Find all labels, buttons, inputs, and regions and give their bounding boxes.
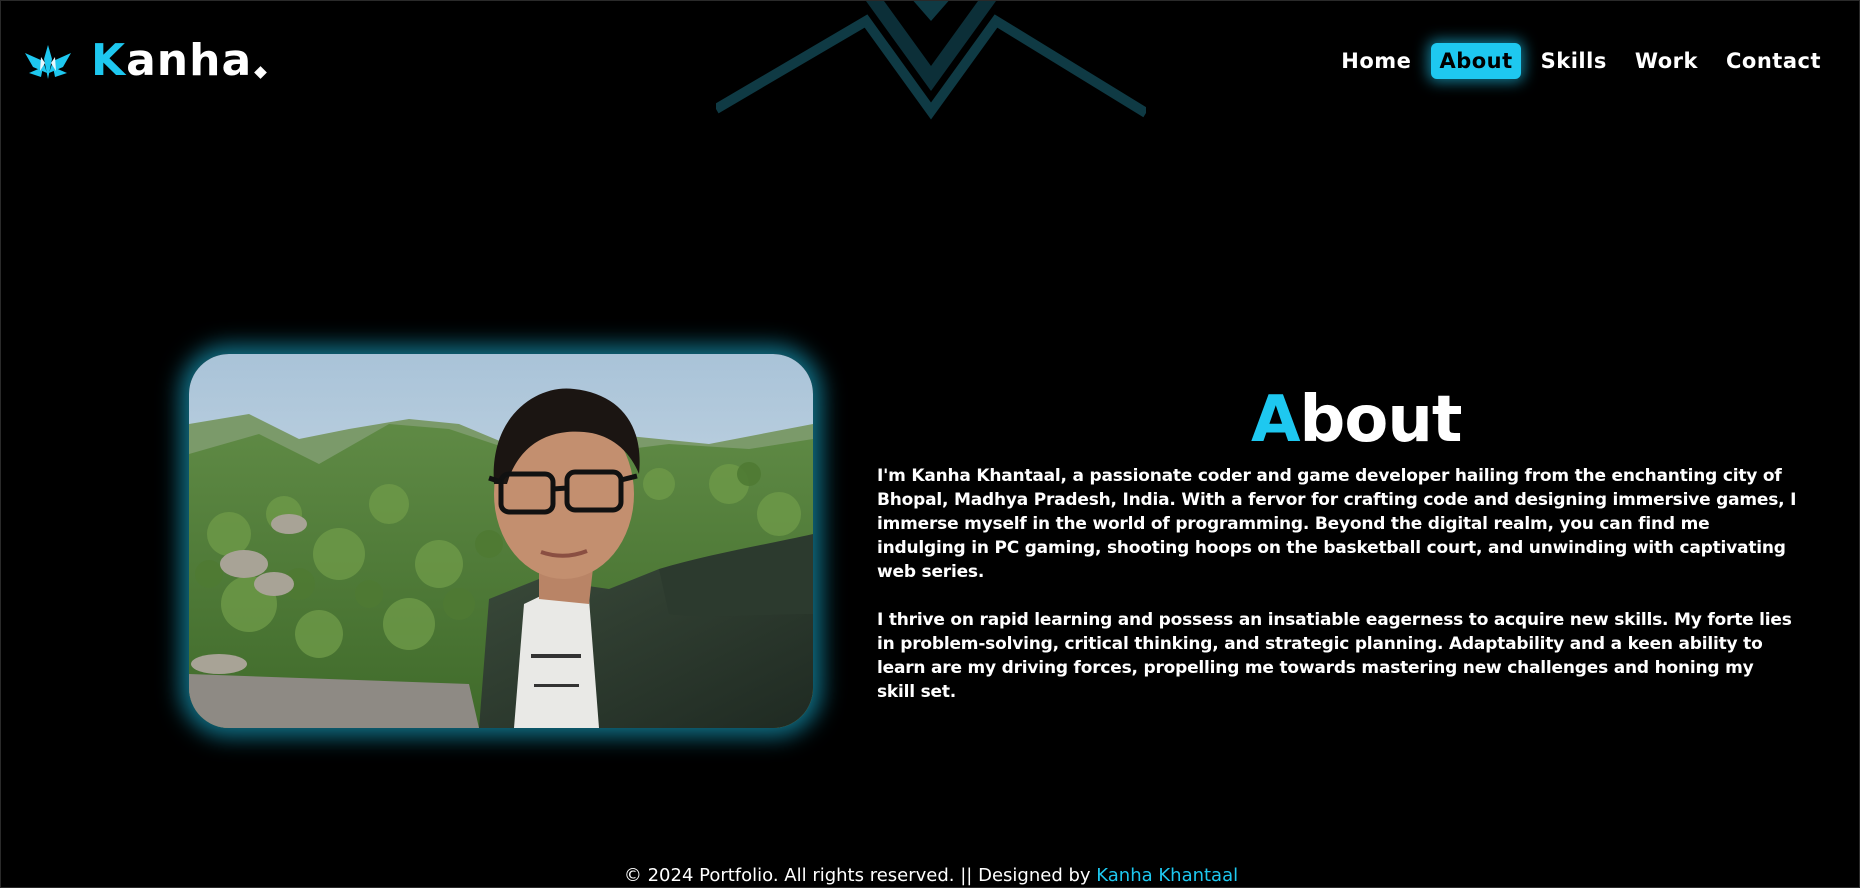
spiky-emblem-icon[interactable] (23, 43, 73, 81)
nav-skills[interactable]: Skills (1533, 43, 1615, 79)
logo-first-letter: K (91, 35, 127, 86)
about-heading: About (1251, 382, 1463, 458)
site-footer: © 2024 Portfolio. All rights reserved. |… (1, 863, 1859, 887)
about-paragraph-1: I'm Kanha Khantaal, a passionate coder a… (877, 466, 1797, 582)
main-nav: Home About Skills Work Contact (1333, 43, 1829, 79)
nav-work[interactable]: Work (1627, 43, 1706, 79)
footer-copyright: © 2024 Portfolio. All rights reserved. |… (623, 865, 1097, 886)
about-title-rest: bout (1299, 382, 1463, 457)
about-title-first-letter: A (1251, 382, 1301, 457)
site-logo[interactable]: Kanha (91, 33, 268, 89)
about-paragraph-2: I thrive on rapid learning and possess a… (877, 610, 1792, 702)
logo-dot-icon (254, 66, 268, 79)
profile-photo (189, 354, 813, 728)
profile-photo-image (189, 354, 813, 728)
nav-home[interactable]: Home (1333, 43, 1419, 79)
nav-about[interactable]: About (1431, 43, 1521, 79)
footer-author-link[interactable]: Kanha Khantaal (1096, 865, 1238, 886)
logo-rest: anha (126, 35, 253, 86)
nav-contact[interactable]: Contact (1718, 43, 1829, 79)
page: Kanha Home About Skills Work Contact Abo… (0, 0, 1860, 888)
about-body: I'm Kanha Khantaal, a passionate coder a… (877, 464, 1797, 728)
site-header: Kanha Home About Skills Work Contact (1, 1, 1859, 121)
